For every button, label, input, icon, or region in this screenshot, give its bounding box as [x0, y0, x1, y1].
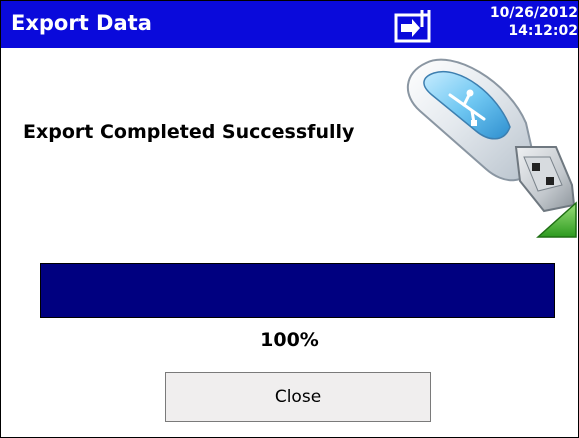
title-bar: Export Data 10/26/2012 14:12:02	[1, 1, 578, 48]
export-icon	[394, 10, 431, 43]
date-display: 10/26/2012	[489, 5, 578, 21]
window-title: Export Data	[11, 11, 152, 35]
export-dialog: Export Data 10/26/2012 14:12:02 Export C…	[0, 0, 579, 438]
status-message: Export Completed Successfully	[23, 121, 355, 143]
usb-drive-icon	[406, 58, 577, 238]
time-display: 14:12:02	[508, 23, 578, 39]
close-button[interactable]: Close	[165, 372, 431, 422]
progress-fill	[41, 264, 554, 317]
progress-percent: 100%	[260, 329, 319, 351]
progress-bar	[40, 263, 555, 318]
